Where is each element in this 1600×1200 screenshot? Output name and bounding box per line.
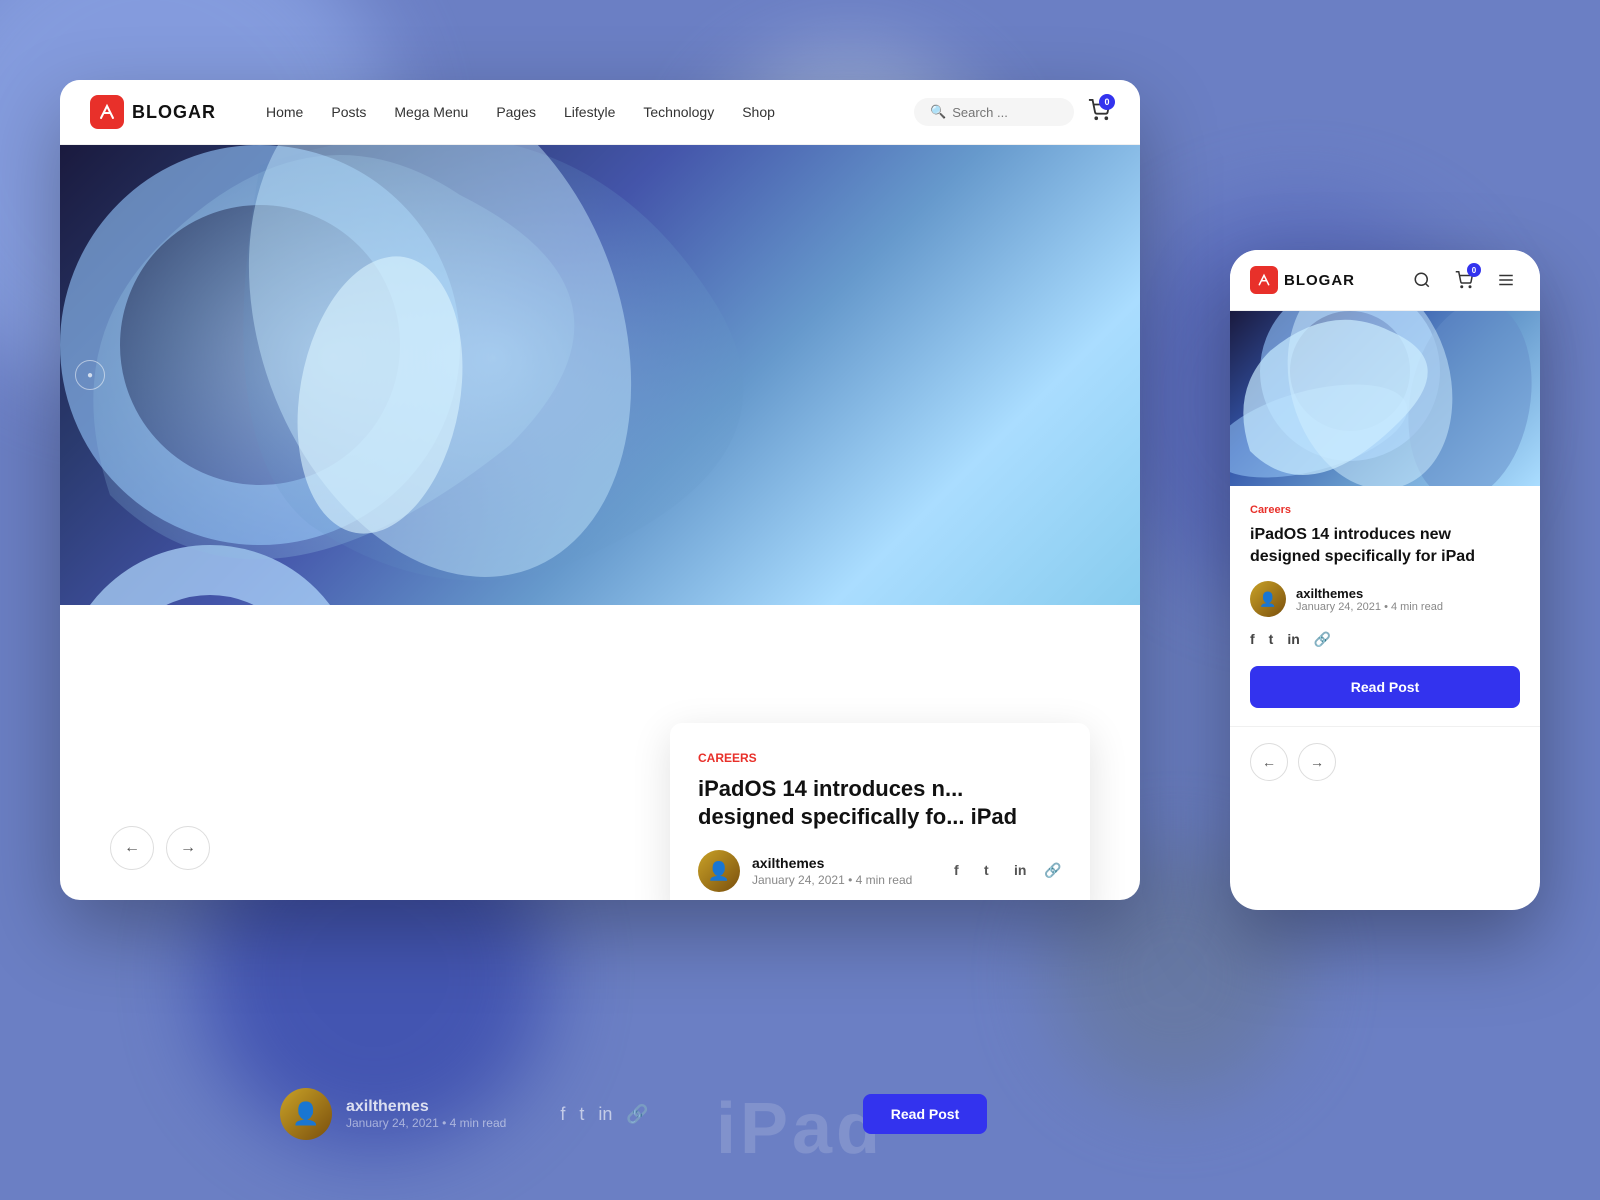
mobile-link-icon[interactable]: 🔗 (1314, 631, 1331, 648)
hero-svg-swirl (60, 145, 1140, 605)
mobile-facebook-icon[interactable]: f (1250, 631, 1255, 648)
tablet-post-title: iPadOS 14 introduces n... designed speci… (698, 775, 1062, 832)
tablet-author-avatar: 👤 (698, 850, 740, 892)
mobile-post-content: Careers iPadOS 14 introduces new designe… (1230, 486, 1540, 726)
tablet-facebook-icon[interactable]: f (954, 862, 972, 880)
tablet-post-category: Careers (698, 751, 1062, 765)
mobile-avatar: 👤 (1250, 581, 1286, 617)
nav-technology[interactable]: Technology (643, 104, 714, 120)
tablet-linkedin-icon[interactable]: in (1014, 862, 1032, 880)
mobile-author-info: axilthemes January 24, 2021 • 4 min read (1296, 586, 1443, 613)
tablet-cart-badge: 0 (1099, 94, 1115, 110)
mobile-logo-text: BLOGAR (1284, 272, 1355, 289)
mobile-linkedin-icon[interactable]: in (1287, 631, 1299, 648)
mobile-hero-image (1230, 311, 1540, 486)
tablet-mockup: BLOGAR Home Posts Mega Menu Pages Lifest… (60, 80, 1140, 900)
nav-posts[interactable]: Posts (331, 104, 366, 120)
hero-bg (60, 145, 1140, 605)
tablet-post-social: f t in 🔗 (954, 862, 1062, 880)
tablet-logo-icon (90, 95, 124, 129)
tablet-carousel-nav: ← → (110, 826, 210, 870)
tablet-author-name: axilthemes (752, 855, 912, 871)
tablet-search-input[interactable] (952, 105, 1058, 120)
tablet-nav-items: Home Posts Mega Menu Pages Lifestyle Tec… (266, 104, 914, 120)
tablet-author-info: axilthemes January 24, 2021 • 4 min read (752, 855, 912, 887)
nav-lifestyle[interactable]: Lifestyle (564, 104, 615, 120)
mobile-cart-badge: 0 (1467, 263, 1481, 277)
mobile-twitter-icon[interactable]: t (1269, 631, 1274, 648)
nav-pages[interactable]: Pages (496, 104, 536, 120)
tablet-twitter-icon[interactable]: t (984, 862, 1002, 880)
tablet-author-meta: January 24, 2021 • 4 min read (752, 873, 912, 887)
mobile-prev-button[interactable]: ← (1250, 743, 1288, 781)
mobile-post-category: Careers (1250, 504, 1520, 516)
mobile-nav-icons: 0 (1408, 266, 1520, 294)
mobile-next-button[interactable]: → (1298, 743, 1336, 781)
tablet-search-box[interactable]: 🔍 (914, 98, 1074, 126)
tablet-search-icon: 🔍 (930, 104, 946, 120)
mobile-mockup: BLOGAR 0 (1230, 250, 1540, 910)
tablet-logo-text: BLOGAR (132, 102, 216, 123)
mobile-search-icon[interactable] (1408, 266, 1436, 294)
mobile-author-meta: January 24, 2021 • 4 min read (1296, 601, 1443, 613)
tablet-post-card: Careers iPadOS 14 introduces n... design… (670, 723, 1090, 900)
mobile-carousel-nav: ← → (1230, 726, 1540, 797)
mobile-hero-bg (1230, 311, 1540, 486)
mobile-post-title: iPadOS 14 introduces new designed specif… (1250, 524, 1520, 567)
tablet-logo: BLOGAR (90, 95, 216, 129)
mobile-read-post-button[interactable]: Read Post (1250, 666, 1520, 708)
tablet-link-icon[interactable]: 🔗 (1044, 862, 1062, 880)
tablet-post-author: 👤 axilthemes January 24, 2021 • 4 min re… (698, 850, 912, 892)
nav-shop[interactable]: Shop (742, 104, 775, 120)
tablet-prev-button[interactable]: ← (110, 826, 154, 870)
mobile-hero-svg (1230, 311, 1540, 486)
nav-home[interactable]: Home (266, 104, 303, 120)
mobile-menu-icon[interactable] (1492, 266, 1520, 294)
mobile-author-name: axilthemes (1296, 586, 1443, 601)
tablet-avatar-img: 👤 (698, 850, 740, 892)
mobile-logo-icon (1250, 266, 1278, 294)
hero-dot-icon: ● (87, 370, 93, 381)
tablet-hero-image: ● (60, 145, 1140, 605)
tablet-hero-nav-dot[interactable]: ● (75, 360, 105, 390)
scene: BLOGAR Home Posts Mega Menu Pages Lifest… (60, 50, 1540, 1150)
mobile-cart-icon[interactable]: 0 (1450, 266, 1478, 294)
nav-mega-menu[interactable]: Mega Menu (394, 104, 468, 120)
tablet-navbar: BLOGAR Home Posts Mega Menu Pages Lifest… (60, 80, 1140, 145)
mobile-navbar: BLOGAR 0 (1230, 250, 1540, 311)
tablet-next-button[interactable]: → (166, 826, 210, 870)
mobile-author-row: 👤 axilthemes January 24, 2021 • 4 min re… (1250, 581, 1520, 617)
mobile-social-icons: f t in 🔗 (1250, 631, 1520, 648)
mobile-logo: BLOGAR (1250, 266, 1408, 294)
tablet-cart-icon[interactable]: 0 (1088, 99, 1110, 126)
